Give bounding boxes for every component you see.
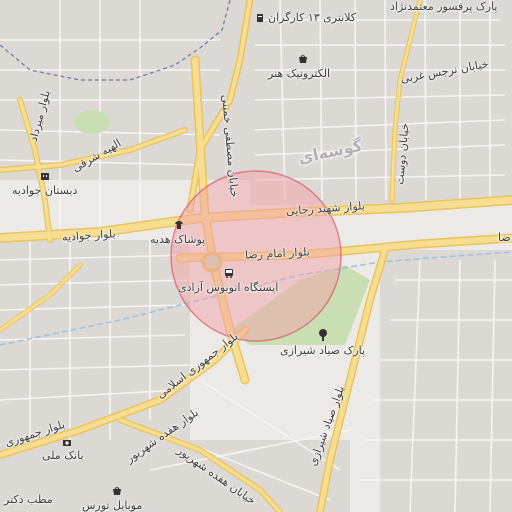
poi-dabestan-javadieh[interactable]: دبستان جوادیه [12,173,77,197]
poi-bank-melli[interactable]: بانک ملی [42,440,84,462]
bank-icon [62,438,72,448]
poi-pooshak-hedyeh[interactable]: پوشاک هدیه [150,220,205,246]
label-park-motaamednejad[interactable]: پارک پرفسور معتمدنژاد [390,1,498,13]
bus-icon [224,268,234,278]
police-icon [255,13,265,23]
poi-electronic-honar-label: الکترونیک هنر [268,67,331,80]
small-park [74,110,110,134]
school-icon [40,171,50,181]
poi-kalantari-label: کلانتری ۱۳ کارگران [268,11,357,24]
map-canvas[interactable]: پارک پرفسور معتمدنژاد کلانتری ۱۳ کارگران… [0,0,512,512]
poi-park-sayad[interactable]: پارک صیاد شیرازی [280,329,365,357]
label-matab[interactable]: مطب دکتر [4,494,53,506]
shop-icon [298,54,308,64]
mobile-shop-icon [112,486,122,496]
tree-icon [318,329,328,341]
poi-bus-station[interactable]: ایستگاه اتوبوس آزادی [178,268,278,294]
clothing-icon [174,220,184,230]
poi-mobile-tours[interactable]: موبایل تورس [82,487,142,512]
poi-electronic-honar[interactable]: الکترونیک هنر [268,55,331,80]
poi-kalantari[interactable]: کلانتری ۱۳ کارگران [255,12,356,24]
label-edge-za[interactable]: ضا [498,232,511,244]
